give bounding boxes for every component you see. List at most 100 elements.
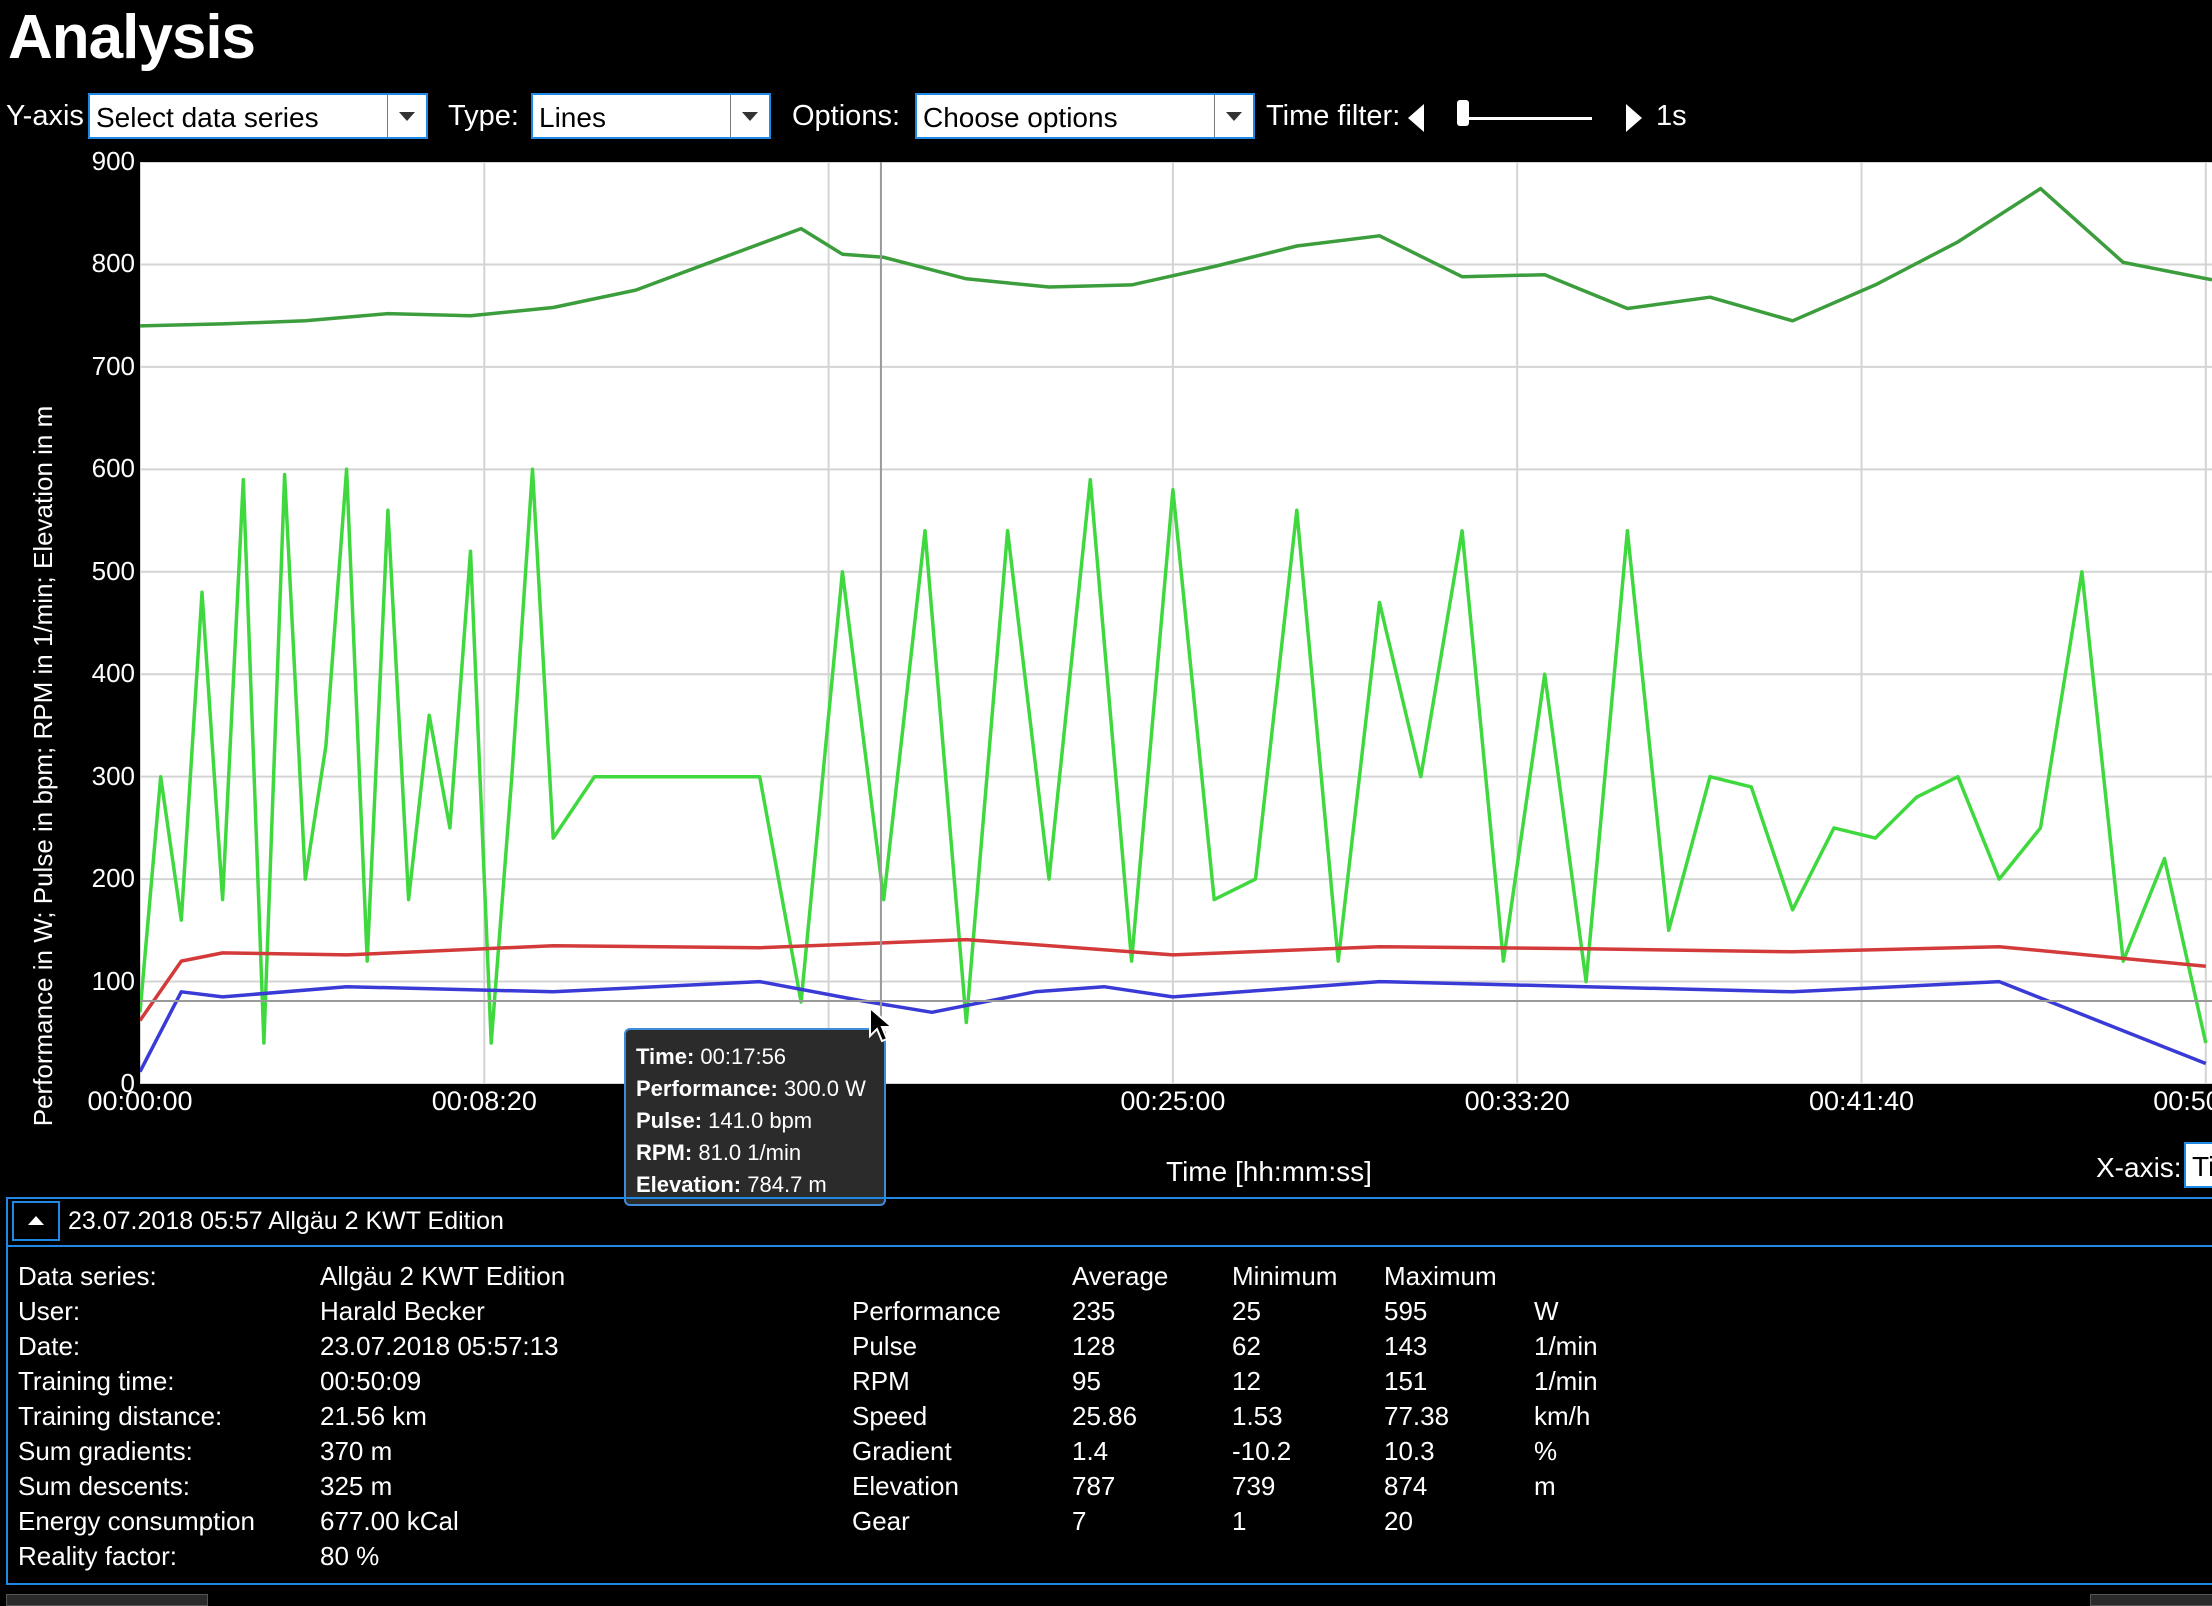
stat-unit: % — [1534, 1436, 1558, 1466]
yaxis-label: Y-axis — [6, 100, 84, 132]
tooltip-rpm-value: 81.0 1/min — [698, 1140, 802, 1165]
tooltip-elevation-value: 784.7 m — [747, 1172, 827, 1197]
yaxis-select[interactable]: Select data series — [88, 93, 428, 139]
y-tick-label: 900 — [91, 146, 135, 176]
stat-maximum: 151 — [1384, 1366, 1428, 1396]
tooltip-pulse-value: 141.0 bpm — [708, 1108, 813, 1133]
y-axis-label: Performance in W; Pulse in bpm; RPM in 1… — [28, 405, 58, 1127]
type-select[interactable]: Lines — [531, 93, 771, 139]
info-label: User: — [18, 1296, 81, 1326]
time-filter-slider[interactable] — [1460, 117, 1592, 120]
xaxis-select[interactable]: Ti — [2184, 1142, 2212, 1188]
analysis-chart[interactable] — [140, 162, 2212, 1084]
stat-average: 25.86 — [1072, 1401, 1138, 1431]
info-value: 00:50:09 — [320, 1366, 422, 1396]
info-value: 21.56 km — [320, 1401, 427, 1431]
decrease-arrow-icon[interactable] — [1408, 104, 1424, 132]
info-label: Sum descents: — [18, 1471, 190, 1501]
chevron-down-icon[interactable] — [730, 95, 769, 137]
stat-maximum: 143 — [1384, 1331, 1428, 1361]
stat-unit: 1/min — [1534, 1366, 1598, 1396]
stat-maximum: 77.38 — [1384, 1401, 1450, 1431]
y-tick-label: 400 — [91, 658, 135, 689]
info-label: Date: — [18, 1331, 81, 1361]
stat-average: 7 — [1072, 1506, 1087, 1536]
stat-name: RPM — [852, 1366, 910, 1396]
tooltip-performance-label: Performance: — [636, 1076, 778, 1101]
info-value: Allgäu 2 KWT Edition — [320, 1261, 566, 1291]
chart-tooltip: Time: 00:17:56 Performance: 300.0 W Puls… — [624, 1028, 886, 1206]
x-axis-label: Time [hh:mm:ss] — [1166, 1156, 1372, 1187]
type-label: Type: — [448, 100, 519, 132]
stat-maximum: 10.3 — [1384, 1436, 1435, 1466]
y-tick-label: 700 — [91, 350, 135, 381]
stats-header: Minimum — [1232, 1261, 1338, 1291]
stat-name: Gradient — [852, 1436, 952, 1466]
info-label: Data series: — [18, 1261, 157, 1291]
stat-average: 787 — [1072, 1471, 1116, 1501]
stat-unit: km/h — [1534, 1401, 1591, 1431]
stat-average: 1.4 — [1072, 1436, 1109, 1466]
mouse-cursor-icon — [869, 1006, 894, 1043]
collapse-button[interactable] — [12, 1201, 60, 1241]
stat-unit: m — [1534, 1471, 1556, 1501]
options-select[interactable]: Choose options — [915, 93, 1255, 139]
stat-minimum: 12 — [1232, 1366, 1261, 1396]
info-value: 370 m — [320, 1436, 393, 1466]
stat-minimum: 1 — [1232, 1506, 1247, 1536]
info-value: 23.07.2018 05:57:13 — [320, 1331, 559, 1361]
xaxis-label: X-axis: — [2096, 1152, 2182, 1183]
x-tick-label: 00:33:20 — [1464, 1086, 1570, 1116]
stat-minimum: 25 — [1232, 1296, 1261, 1326]
chevron-down-icon[interactable] — [387, 95, 426, 137]
info-value: 677.00 kCal — [320, 1506, 459, 1536]
options-label: Options: — [792, 100, 900, 132]
stat-maximum: 874 — [1384, 1471, 1428, 1501]
options-select-value: Choose options — [923, 102, 1118, 133]
stat-minimum: 739 — [1232, 1471, 1276, 1501]
info-value: 325 m — [320, 1471, 393, 1501]
info-value: 80 % — [320, 1541, 380, 1571]
type-select-value: Lines — [539, 102, 606, 133]
info-label: Reality factor: — [18, 1541, 177, 1571]
x-tick-label: 00:00:00 — [87, 1086, 193, 1116]
stat-name: Pulse — [852, 1331, 918, 1361]
x-tick-label: 00:50:00 — [2153, 1086, 2212, 1116]
time-filter-value: 1s — [1656, 100, 1687, 132]
tooltip-pulse-label: Pulse: — [636, 1108, 703, 1133]
stat-average: 235 — [1072, 1296, 1116, 1326]
chevron-down-icon[interactable] — [1214, 95, 1253, 137]
window-title: Analysis — [8, 3, 256, 72]
y-tick-label: 200 — [91, 863, 135, 894]
tooltip-elevation-label: Elevation: — [636, 1172, 742, 1197]
tooltip-performance-value: 300.0 W — [783, 1076, 866, 1101]
stat-unit: W — [1534, 1296, 1559, 1326]
stat-minimum: 1.53 — [1232, 1401, 1283, 1431]
info-value: Harald Becker — [320, 1296, 485, 1326]
stats-header: Maximum — [1384, 1261, 1497, 1291]
x-tick-label: 00:41:40 — [1808, 1086, 1915, 1116]
stat-name: Gear — [852, 1506, 910, 1536]
bottom-left-button[interactable] — [6, 1594, 208, 1606]
bottom-right-button[interactable] — [2090, 1594, 2212, 1606]
info-label: Training distance: — [18, 1401, 223, 1431]
tooltip-rpm-label: RPM: — [636, 1140, 693, 1165]
stat-maximum: 595 — [1384, 1296, 1428, 1326]
increase-arrow-icon[interactable] — [1626, 104, 1642, 132]
x-tick-label: 00:08:20 — [431, 1086, 537, 1116]
stats-header: Average — [1072, 1261, 1169, 1291]
stat-average: 95 — [1072, 1366, 1101, 1396]
x-tick-label: 00:25:00 — [1120, 1086, 1226, 1116]
plot-area — [140, 162, 2212, 1084]
y-tick-label: 500 — [91, 555, 135, 586]
tooltip-time-value: 00:17:56 — [700, 1044, 787, 1069]
stat-name: Elevation — [852, 1471, 959, 1501]
yaxis-select-value: Select data series — [96, 102, 319, 133]
info-label: Energy consumption — [18, 1506, 256, 1536]
info-label: Sum gradients: — [18, 1436, 193, 1466]
stat-unit: 1/min — [1534, 1331, 1598, 1361]
info-label: Training time: — [18, 1366, 175, 1396]
panel-header: 23.07.2018 05:57 Allgäu 2 KWT Edition — [8, 1199, 2212, 1247]
y-tick-label: 300 — [91, 760, 135, 791]
time-filter-slider-thumb[interactable] — [1457, 100, 1469, 126]
